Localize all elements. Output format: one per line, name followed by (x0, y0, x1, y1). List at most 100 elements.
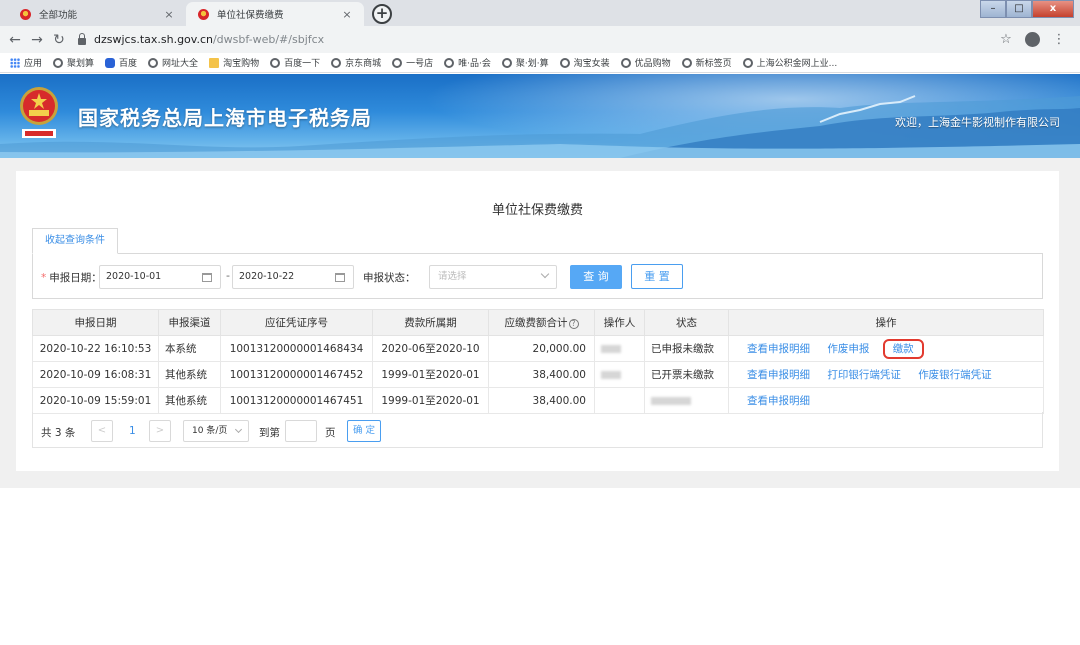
forward-icon[interactable]: → (26, 32, 48, 48)
baidu-paw-icon (105, 57, 116, 68)
bookmark-item[interactable]: 优品购物 (620, 56, 671, 69)
bookmarks-bar: 应用 聚划算 百度 网址大全 淘宝购物 百度一下 京东商城 一号店 唯·品·会 … (0, 53, 1080, 73)
declare-status-select[interactable]: 请选择 (429, 265, 557, 289)
cell-actions: 查看申报明细 打印银行端凭证 作废银行端凭证 (728, 361, 1044, 388)
bookmark-item[interactable]: 百度 (105, 56, 137, 69)
chevron-down-icon (234, 425, 243, 434)
bookmark-apps[interactable]: 应用 (10, 56, 42, 69)
redacted-operator-name (601, 344, 621, 353)
query-button[interactable]: 查 询 (570, 265, 622, 289)
col-header-actions: 操作 (728, 309, 1044, 336)
declare-status-label: 申报状态： (363, 272, 416, 284)
bookmark-label: 百度 (119, 59, 138, 69)
national-emblem-logo (20, 87, 58, 138)
cell-channel: 其他系统 (158, 361, 221, 388)
close-tab-icon[interactable]: × (340, 8, 354, 21)
void-bank-voucher-link[interactable]: 作废银行端凭证 (918, 369, 992, 381)
next-page-button[interactable]: > (149, 420, 171, 442)
minimize-button[interactable]: – (980, 0, 1006, 18)
close-tab-icon[interactable]: × (162, 8, 176, 21)
bookmark-item[interactable]: 新标签页 (681, 56, 732, 69)
cell-actions: 查看申报明细 作废申报 缴款 (728, 335, 1044, 362)
bookmark-label: 淘宝购物 (223, 59, 260, 69)
table-row: 2020-10-09 16:08:31 其他系统 100131200000014… (32, 361, 1044, 388)
new-tab-button[interactable]: + (372, 4, 392, 24)
total-count-text: 共 3 条 (41, 427, 76, 439)
cell-voucher-no: 10013120000001468434 (220, 335, 373, 362)
bookmark-item[interactable]: 唯·品·会 (444, 56, 491, 69)
bookmark-label: 唯·品·会 (458, 59, 491, 69)
browser-menu-icon[interactable]: ⋮ (1046, 32, 1072, 47)
page-unit-label: 页 (325, 427, 336, 439)
bookmark-item[interactable]: 网址大全 (148, 56, 198, 69)
bookmark-label: 网址大全 (162, 59, 199, 69)
cell-status: 已开票未缴款 (644, 361, 729, 388)
cell-operator (594, 335, 645, 362)
window-controls: – □ x (980, 0, 1074, 18)
view-declaration-detail-link[interactable]: 查看申报明细 (747, 343, 810, 355)
page-size-select[interactable]: 10 条/页 (183, 420, 249, 442)
collapse-filters-tab[interactable]: 收起查询条件 (32, 228, 118, 254)
maximize-button[interactable]: □ (1006, 0, 1032, 18)
date-range-separator: - (226, 269, 230, 282)
globe-icon (331, 57, 342, 68)
browser-tab-social-insurance[interactable]: 单位社保费缴费 × (186, 2, 364, 26)
prev-page-button[interactable]: < (91, 420, 113, 442)
bookmark-item[interactable]: 上海公积金网上业... (742, 56, 838, 69)
url-path: /dwsbf-web/#/sbjfcx (212, 33, 325, 46)
goto-page-input[interactable] (285, 420, 317, 442)
globe-icon (270, 57, 281, 68)
bookmark-item[interactable]: 京东商城 (331, 56, 381, 69)
main-card: 单位社保费缴费 收起查询条件 * 申报日期： 2020-10-01 - 2020-… (16, 171, 1059, 471)
globe-icon (392, 57, 403, 68)
cell-amount: 38,400.00 (488, 387, 595, 414)
cell-status (644, 387, 729, 414)
page-size-value: 10 条/页 (192, 426, 228, 436)
print-bank-voucher-link[interactable]: 打印银行端凭证 (827, 369, 901, 381)
bookmark-star-icon[interactable]: ☆ (993, 32, 1019, 47)
bookmark-label: 聚划算 (67, 59, 95, 69)
tax-emblem-icon (20, 8, 31, 20)
tab-title: 单位社保费缴费 (217, 10, 284, 21)
globe-icon (620, 57, 631, 68)
welcome-company-text: 欢迎，上海金牛影视制作有限公司 (895, 116, 1060, 129)
bookmark-item[interactable]: 聚划算 (53, 56, 94, 69)
cell-amount: 38,400.00 (488, 361, 595, 388)
view-declaration-detail-link[interactable]: 查看申报明细 (747, 395, 810, 407)
cell-channel: 本系统 (158, 335, 221, 362)
browser-tab-all-functions[interactable]: 全部功能 × (8, 2, 186, 26)
reset-button[interactable]: 重 置 (631, 264, 683, 289)
profile-avatar-icon[interactable] (1025, 32, 1040, 47)
bookmark-item[interactable]: 百度一下 (270, 56, 320, 69)
browser-tabbar: 全部功能 × 单位社保费缴费 × + – □ x (0, 0, 1080, 26)
bookmark-label: 上海公积金网上业... (756, 59, 838, 69)
date-from-input[interactable]: 2020-10-01 (99, 265, 221, 289)
back-icon[interactable]: ← (4, 32, 26, 48)
col-header-channel: 申报渠道 (158, 309, 221, 336)
goto-page-label: 到第 (259, 427, 280, 439)
pay-link[interactable]: 缴款 (882, 339, 924, 359)
calendar-icon[interactable] (335, 273, 345, 282)
calendar-icon[interactable] (202, 273, 212, 282)
bookmark-label: 淘宝女装 (573, 59, 610, 69)
status-placeholder: 请选择 (438, 271, 467, 282)
address-bar[interactable]: dzswjcs.tax.sh.gov.cn/dwsbf-web/#/sbjfcx (78, 29, 993, 51)
bookmark-folder[interactable]: 淘宝购物 (209, 56, 259, 69)
view-declaration-detail-link[interactable]: 查看申报明细 (747, 369, 810, 381)
date-to-input[interactable]: 2020-10-22 (232, 265, 354, 289)
declare-date-label: * 申报日期： (41, 270, 102, 285)
help-question-icon[interactable]: ? (568, 319, 579, 329)
col-header-amount: 应缴费额合计? (488, 309, 595, 336)
goto-confirm-button[interactable]: 确 定 (347, 420, 381, 442)
close-window-button[interactable]: x (1032, 0, 1074, 18)
void-declaration-link[interactable]: 作废申报 (827, 343, 869, 355)
bookmark-item[interactable]: 一号店 (392, 56, 433, 69)
table-row: 2020-10-22 16:10:53 本系统 1001312000000146… (32, 335, 1044, 362)
filter-panel: * 申报日期： 2020-10-01 - 2020-10-22 申报状态： 请选择… (32, 253, 1043, 299)
bookmark-label: 一号店 (406, 59, 434, 69)
current-page-number[interactable]: 1 (129, 425, 136, 437)
table-row: 2020-10-09 15:59:01 其他系统 100131200000014… (32, 387, 1044, 414)
bookmark-item[interactable]: 淘宝女装 (559, 56, 610, 69)
bookmark-item[interactable]: 聚·划·算 (501, 56, 549, 69)
reload-icon[interactable]: ↻ (48, 32, 70, 48)
